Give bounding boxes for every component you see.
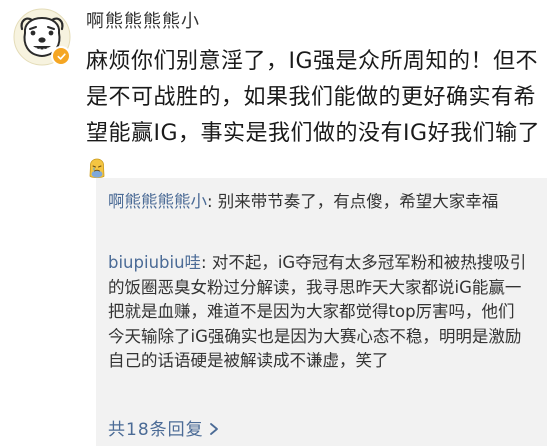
chevron-right-icon [209, 423, 218, 435]
view-all-replies-link[interactable]: 共18条回复 [108, 419, 220, 441]
reply-author[interactable]: 啊熊熊熊熊小 [108, 192, 207, 211]
avatar[interactable] [13, 8, 71, 66]
comment-page: 啊熊熊熊熊小 麻烦你们别意淫了，IG强是众所周知的！但不是不可战胜的，如果我们能… [0, 0, 547, 446]
reply-author[interactable]: biupiubiu哇 [108, 253, 201, 272]
reply-item: 啊熊熊熊熊小: 别来带节奏了，有点傻，希望大家幸福 [108, 190, 528, 215]
sad-tearful-emoji-icon [89, 158, 105, 178]
reply-text: : 别来带节奏了，有点傻，希望大家幸福 [207, 192, 499, 211]
comment-username[interactable]: 啊熊熊熊熊小 [86, 10, 200, 34]
comment-text: 麻烦你们别意淫了，IG强是众所周知的！但不是不可战胜的，如果我们能做的更好确实有… [86, 49, 541, 146]
comment-body: 麻烦你们别意淫了，IG强是众所周知的！但不是不可战胜的，如果我们能做的更好确实有… [86, 44, 541, 188]
replies-panel: 啊熊熊熊熊小: 别来带节奏了，有点傻，希望大家幸福 biupiubiu哇: 对不… [96, 178, 547, 446]
verified-badge-icon [51, 46, 71, 66]
reply-item: biupiubiu哇: 对不起，iG夺冠有太多冠军粉和被热搜吸引的饭圈恶臭女粉过… [108, 251, 528, 374]
view-replies-label: 共18条回复 [108, 420, 204, 440]
